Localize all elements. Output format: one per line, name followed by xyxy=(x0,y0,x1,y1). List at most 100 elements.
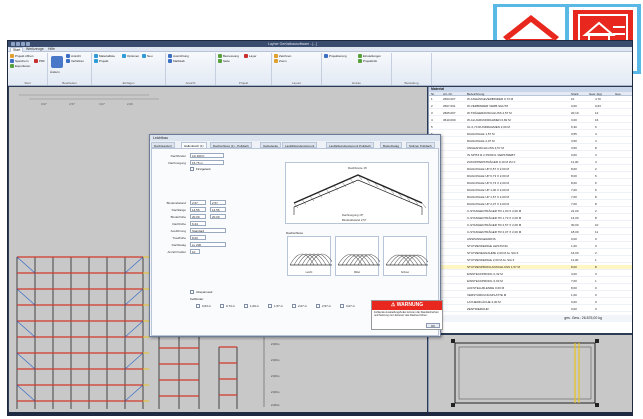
plan-view[interactable] xyxy=(428,335,632,413)
total-weight: ges. Gew.: 26.876,00 kg xyxy=(429,315,632,322)
dachhoehe-input[interactable]: 6,24 xyxy=(190,221,206,226)
table-row[interactable]: 3 2605.007 W-TRÄGERANSCHLUSS 2,57 M 20,10 12 xyxy=(429,111,632,116)
table-row[interactable]: 15DIAGONALE UP 1,57 X 2,00 M7,008 xyxy=(429,195,632,200)
table-cell: 14,00 xyxy=(571,216,579,220)
table-row[interactable]: 11DIAGONALE UP 0,57 X 2,00 M8,002 xyxy=(429,167,632,172)
quick-access-toolbar[interactable] xyxy=(11,42,41,46)
table-row[interactable]: 22STUTZENFERIGE LEISTUNG1,000 xyxy=(429,244,632,249)
table-row[interactable]: 17C-STANGENTRÄGER TR 1,00 X 2,00 M21,002 xyxy=(429,209,632,214)
table-cell: 8,00 xyxy=(571,167,577,171)
table-row[interactable]: 13DIAGONALE UP 0,73 X 2,00 M8,006 xyxy=(429,181,632,186)
status-bar xyxy=(7,412,633,416)
length-checkbox[interactable] xyxy=(292,304,296,308)
open-project-button[interactable]: Projekt öffnen xyxy=(10,54,33,59)
anzahl-felder-input[interactable]: 10 xyxy=(190,249,200,254)
table-row[interactable]: 9IN SPITZ R 2 PROFIL VERSTREBT0,003 xyxy=(429,153,632,158)
height-label: 2,00m xyxy=(271,390,280,394)
table-row[interactable]: 2 2607.001 W-VERBINDER VERB.SHUTZ 0,00 0,63 xyxy=(429,104,632,109)
binderhoehe-input-2[interactable]: 20,00 xyxy=(210,214,226,219)
table-row[interactable]: 16DIAGONALE UP 2,07 X 2,00 M7,008 xyxy=(429,202,632,207)
table-row[interactable]: 29VERSTÄRKUNGSPLATTE M1,000 xyxy=(429,293,632,298)
dimension-button[interactable]: Bemessung xyxy=(218,54,239,59)
ribbon-group-label: Bestellung xyxy=(404,81,419,85)
table-cell: VERSTÄRKUNGSPLATTE M xyxy=(467,293,507,297)
change-button[interactable]: Ändern xyxy=(50,70,60,74)
column-header[interactable]: Stück xyxy=(571,92,579,96)
options-button[interactable]: Optionen xyxy=(122,54,139,59)
table-row[interactable]: 8ÄNGEANSCHLUSS 3,57 M3,508 xyxy=(429,146,632,151)
binderhoehe-input[interactable]: 20,00 xyxy=(190,214,206,219)
zoom-button[interactable]: Zoom xyxy=(274,59,287,64)
table-row[interactable]: 5 UL 0,70 RUNDRAHMEN 2,00 M 6,30 6 xyxy=(429,125,632,130)
column-header[interactable]: Gew. (kg) xyxy=(589,92,602,96)
table-row[interactable]: 20C-STANGENTRÄGER TR 2,07 X 2,00 M18,001… xyxy=(429,230,632,235)
dachneigung-select[interactable]: 15,75 m xyxy=(190,160,224,165)
traufhoehe-input[interactable]: 8,00 xyxy=(190,235,206,240)
checkbox-label: Firstgelenk xyxy=(196,167,211,171)
length-checkbox[interactable] xyxy=(196,304,200,308)
table-row[interactable]: 6DIAGONALE 1,57 M0,554 xyxy=(429,132,632,137)
length-checkbox[interactable] xyxy=(268,304,272,308)
length-checkbox[interactable] xyxy=(340,304,344,308)
table-row[interactable]: 18C-STANGENTRÄGER TR 1,73 X 2,00 M14,008 xyxy=(429,216,632,221)
dachlaenge-input[interactable]: 14,56 xyxy=(190,207,206,212)
save-button[interactable]: Speichern xyxy=(10,59,29,64)
length-checkbox[interactable] xyxy=(316,304,320,308)
length-label: 3,07 m xyxy=(346,304,356,308)
table-row[interactable]: 30LAYHERFLÄCHE 2,00 M0,000 xyxy=(429,300,632,305)
roof-thumb-mittel[interactable]: Mittel xyxy=(335,236,383,276)
table-row[interactable]: 19C-STANGENTRÄGER TR 2,57 X 2,00 M30,001… xyxy=(429,223,632,228)
field-label: Dachlänge xyxy=(171,208,186,212)
scale-button[interactable]: Maßstab xyxy=(168,59,185,64)
new-button[interactable]: Neu xyxy=(142,54,153,59)
table-row[interactable]: 4 3610.000 W-ALUGRUNDRAHMEN 0,82 M 3,00 16 xyxy=(429,118,632,123)
table-row[interactable]: 23STUTZENEGNAHME 2,00 M AL SIA 616,002 xyxy=(429,251,632,256)
draw-button[interactable]: Zeichnen xyxy=(274,54,291,59)
length-checkbox[interactable] xyxy=(220,304,224,308)
settings-button[interactable]: Einstellungen xyxy=(358,54,381,59)
roof-thumb-schwer[interactable]: Schwer xyxy=(383,236,431,276)
table-row[interactable]: 28AUFSTELLBLENDE 0,60 M8,000 xyxy=(429,286,632,291)
table-row[interactable]: 31ZENTRIEROHR0,000 xyxy=(429,307,632,312)
table-row[interactable]: 14DIAGONALE UP 1,00 X 2,00 M7,006 xyxy=(429,188,632,193)
column-header[interactable]: Art.-Nr. xyxy=(443,92,453,96)
export-button[interactable]: Exportieren xyxy=(10,64,30,69)
table-row[interactable]: 21ANSPANNGEFARNS0,000 xyxy=(429,237,632,242)
dachlaenge-input-2[interactable]: 14,56 xyxy=(210,207,226,212)
table-cell: 4 xyxy=(595,139,597,143)
roof-thumb-leicht[interactable]: Leicht xyxy=(287,236,335,276)
project-button[interactable]: Projekt xyxy=(94,59,108,64)
table-row[interactable]: 24STUTZENFERIGE 2,00 M AL SIA 611,001 xyxy=(429,258,632,263)
column-header[interactable]: Nr. xyxy=(431,92,435,96)
dachbelag-select[interactable]: LL 200 xyxy=(190,242,226,247)
pdf-button[interactable]: PDF xyxy=(34,59,45,64)
table-row[interactable]: 27EINSTECKPROFIL 0,63 M7,001 xyxy=(429,279,632,284)
table-cell: 7,00 xyxy=(571,279,577,283)
alignment-button[interactable]: Ausrichtung xyxy=(168,54,189,59)
table-row[interactable]: 10ZUKOPPERSTRÄGER 0,10 M ZU 011,004 xyxy=(429,160,632,165)
page-button[interactable]: Seite xyxy=(218,59,230,64)
table-row[interactable]: 25STUTZENPROFILANSCHLUSS 1,57 M8,008 xyxy=(429,265,632,270)
table-row[interactable]: 26EINSTECKPROFIL 0,32 M3,003 xyxy=(429,272,632,277)
column-header[interactable]: Bezeichnung xyxy=(467,92,484,96)
length-checkbox[interactable] xyxy=(244,304,248,308)
ausfuehrung-select[interactable]: Standard xyxy=(190,228,226,233)
material-list-button[interactable]: Materialliste xyxy=(94,54,115,59)
view-button[interactable]: Ansicht xyxy=(66,54,81,59)
layer-button[interactable]: Layer xyxy=(244,54,257,59)
procedure-button[interactable]: Verfahren xyxy=(66,59,84,64)
binderabstand-input-2[interactable]: 2,57 xyxy=(210,200,226,205)
abspannseil-checkbox[interactable] xyxy=(190,290,194,294)
binderabstand-input[interactable]: 2,57 xyxy=(190,200,206,205)
ok-button[interactable]: OK xyxy=(426,323,440,328)
project-info-button[interactable]: Projektinfo xyxy=(358,59,377,64)
table-row[interactable]: 1 2603.007 W-ANHÄNGEVERBINDER 0,73 M 10 4,70 xyxy=(429,97,632,102)
application-window: Layher Gerüstbausoftware - [...] Start W… xyxy=(7,40,633,413)
dachbinder-select[interactable]: LD 300 K xyxy=(190,153,224,158)
planning-button[interactable]: Projektierung xyxy=(324,54,347,59)
table-row[interactable]: 7DIAGONALE 2,07 M3,504 xyxy=(429,139,632,144)
change-icon[interactable] xyxy=(51,56,63,68)
column-header[interactable]: Ges. xyxy=(615,92,621,96)
table-row[interactable]: 12DIAGONALE UP 0,73 X 2,00 M8,006 xyxy=(429,174,632,179)
firstgelenk-checkbox[interactable] xyxy=(190,167,194,171)
